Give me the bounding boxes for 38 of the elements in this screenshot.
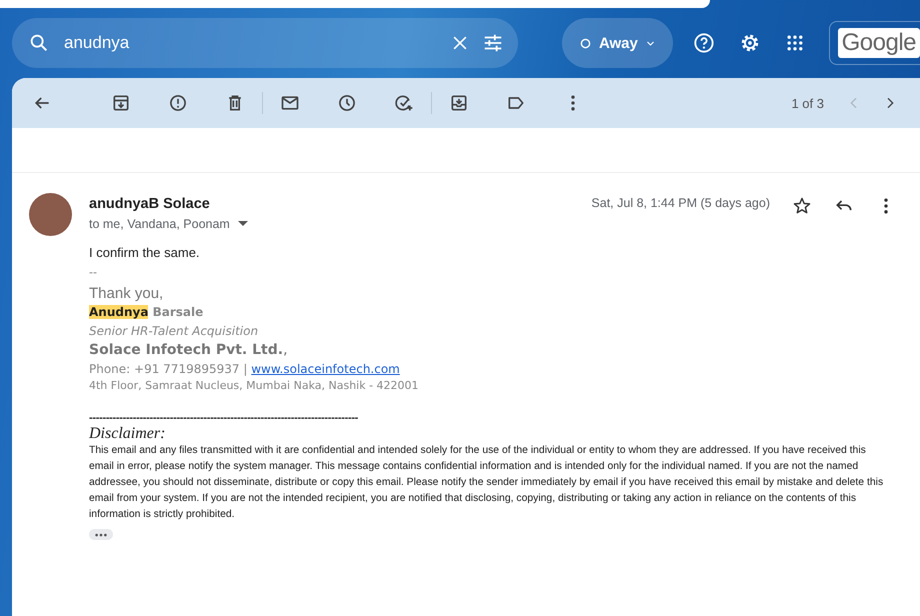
- archive-icon[interactable]: [111, 93, 131, 113]
- star-icon[interactable]: [792, 196, 812, 216]
- status-button[interactable]: Away: [562, 18, 673, 68]
- disclaimer-text: This email and any files transmitted with it are confidential and intended solely for the use of the individual or entity to whom they are addressed. If you have received this email in error, please notify the system manager. This message contains confidential information and is intended only for the individual named. If you are not the named addressee, you should not disseminate, distribute or copy this email. Please notify the sender immediately by email if you have received this email by mistake and delete this email from your system. If you are not the intended recipient, you are notified that disclosing, copying, distributing or taking any action in reliance on the contents of this information is strictly prohibited.: [89, 444, 884, 522]
- job-title: Senior HR-Talent Acquisition: [89, 324, 260, 338]
- message-text: I confirm the same.: [89, 245, 201, 260]
- search-bar[interactable]: anudnya: [12, 18, 518, 68]
- show-trimmed-button[interactable]: [89, 529, 113, 540]
- recipients: to me, Vandana, Poonam: [89, 217, 230, 231]
- company-name: Solace Infotech Pvt. Ltd.: [89, 342, 284, 358]
- phone-number: Phone: +91 7719895937 |: [89, 362, 248, 376]
- signature-name: Anudnya: [89, 305, 148, 319]
- page-counter: 1 of 3: [791, 96, 824, 110]
- signature-closing: Thank you,: [89, 285, 164, 302]
- search-input[interactable]: anudnya: [62, 32, 438, 54]
- message-date: Sat, Jul 8, 1:44 PM (5 days ago): [591, 196, 770, 210]
- apps-grid-icon[interactable]: [784, 33, 805, 53]
- clock-icon[interactable]: [337, 93, 357, 113]
- comma: ,: [283, 342, 288, 358]
- tray-download-icon[interactable]: [449, 93, 469, 113]
- settings-icon[interactable]: [738, 32, 761, 54]
- ellipsis-icon: [94, 532, 108, 536]
- account-logo[interactable]: Google: [838, 28, 920, 58]
- search-icon[interactable]: [28, 32, 50, 54]
- exclamation-circle-icon[interactable]: [168, 93, 188, 113]
- signature-separator: --: [89, 265, 98, 279]
- website-link[interactable]: www.solaceinfotech.com: [251, 362, 400, 376]
- chevron-down-icon: [646, 38, 655, 48]
- dropdown-icon[interactable]: [238, 221, 248, 227]
- avatar: [29, 193, 72, 236]
- disclaimer-heading: Disclaimer:: [89, 425, 166, 443]
- signature-name: Barsale: [152, 305, 204, 319]
- status-circle-icon: [580, 38, 591, 48]
- help-icon[interactable]: [692, 32, 715, 54]
- address: 4th Floor, Samraat Nucleus, Mumbai Naka, Nashik - 422001: [89, 379, 420, 392]
- sender-name: anudnyaB Solace: [89, 196, 211, 212]
- dashed-rule: --------------------------------------------------------------------------------: [89, 412, 360, 424]
- check-plus-icon[interactable]: [394, 93, 414, 113]
